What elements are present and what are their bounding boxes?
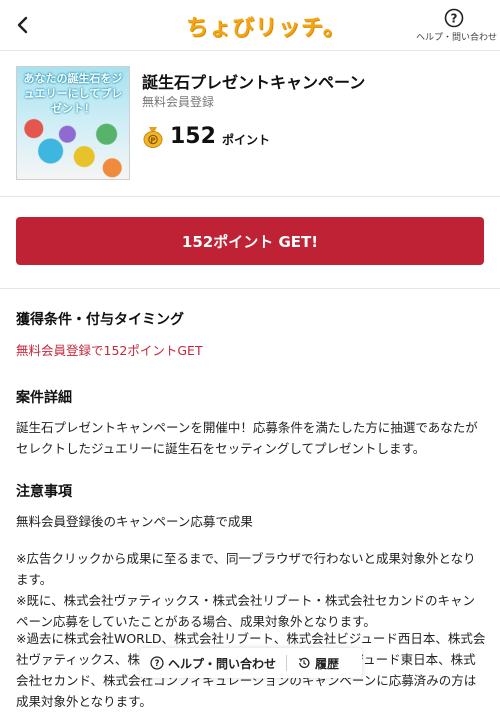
campaign-subtitle: 無料会員登録 — [142, 95, 215, 109]
svg-text:?: ? — [155, 658, 160, 668]
question-circle-icon: ? — [444, 8, 464, 28]
site-logo[interactable]: ちょびリッチ。 — [186, 10, 346, 41]
points-unit: ポイント — [221, 132, 270, 147]
divider — [0, 196, 500, 197]
help-button[interactable]: ? ヘルプ・問い合わせ — [416, 8, 498, 43]
notes-heading: 注意事項 — [16, 484, 72, 500]
points-value: 152 — [170, 123, 216, 149]
conditions-text: 無料会員登録で152ポイントGET — [16, 343, 203, 358]
bottom-help-label: ヘルプ・問い合わせ — [168, 656, 277, 671]
get-points-button[interactable]: 152ポイント GET! — [16, 217, 484, 265]
thumbnail-caption: あなたの誕生石をジュエリーにしてプレゼント！ — [23, 72, 123, 115]
svg-text:?: ? — [451, 12, 458, 26]
divider — [0, 288, 500, 289]
history-clock-icon — [298, 657, 310, 669]
point-bag-icon: P — [143, 127, 163, 148]
svg-text:P: P — [150, 137, 155, 145]
question-circle-icon: ? — [150, 656, 164, 670]
details-heading: 案件詳細 — [16, 390, 72, 406]
help-label: ヘルプ・問い合わせ — [416, 33, 498, 43]
notes-line-2: ※広告クリックから成果に至るまで、同一ブラウザで行わないと成果対象外となります。 — [16, 551, 476, 587]
notes-line-1: 無料会員登録後のキャンペーン応募で成果 — [16, 514, 253, 529]
campaign-title: 誕生石プレゼントキャンペーン — [142, 73, 366, 92]
history-button[interactable]: 履歴 — [287, 655, 349, 672]
points-row: P 152 ポイント — [142, 122, 270, 150]
back-arrow-icon[interactable] — [12, 14, 34, 36]
app-header: ちょびリッチ。 ? ヘルプ・問い合わせ — [0, 0, 500, 51]
bottom-help-button[interactable]: ? ヘルプ・問い合わせ — [140, 655, 286, 672]
campaign-thumbnail: あなたの誕生石をジュエリーにしてプレゼント！ — [16, 66, 130, 180]
conditions-heading: 獲得条件・付与タイミング — [16, 312, 184, 328]
history-label: 履歴 — [315, 656, 340, 671]
notes-line-3: ※既に、株式会社ヴァティックス・株式会社リブート・株式会社セカンドのキャンペーン… — [16, 593, 475, 629]
floating-bottom-bar: ? ヘルプ・問い合わせ 履歴 — [140, 648, 362, 678]
details-text: 誕生石プレゼントキャンペーンを開催中！応募条件を満たした方に抽選であなたがセレク… — [16, 420, 478, 456]
campaign-summary: あなたの誕生石をジュエリーにしてプレゼント！ 誕生石プレゼントキャンペーン 無料… — [16, 66, 486, 181]
